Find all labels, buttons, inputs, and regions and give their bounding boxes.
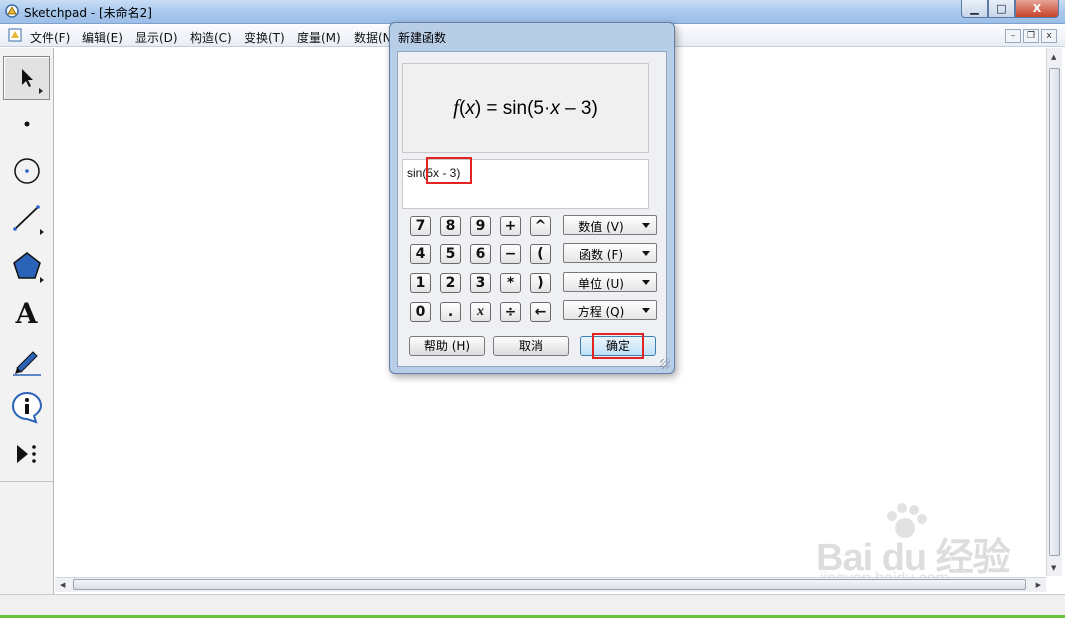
minimize-button[interactable]: ▁ (961, 0, 988, 18)
chevron-down-icon (642, 223, 650, 228)
key-2[interactable]: 2 (440, 273, 461, 293)
key-divide[interactable]: ÷ (500, 302, 521, 322)
key-plus[interactable]: + (500, 216, 521, 236)
key-backspace[interactable]: ← (530, 302, 551, 322)
key-close-paren[interactable]: ) (530, 273, 551, 293)
menu-construct[interactable]: 构造(C) (190, 29, 232, 46)
resize-grip[interactable] (660, 359, 670, 369)
key-3[interactable]: 3 (470, 273, 491, 293)
key-multiply[interactable]: * (500, 273, 521, 293)
values-dropdown[interactable]: 数值 (V) (563, 215, 657, 235)
doc-close-button[interactable]: x (1041, 29, 1057, 43)
horizontal-scroll-thumb[interactable] (73, 579, 1026, 590)
status-bar (0, 594, 1065, 618)
straightedge-tool[interactable] (3, 196, 50, 240)
key-open-paren[interactable]: ( (530, 244, 551, 264)
key-4[interactable]: 4 (410, 244, 431, 264)
units-dropdown[interactable]: 单位 (U) (563, 272, 657, 292)
point-icon (24, 121, 29, 127)
key-1[interactable]: 1 (410, 273, 431, 293)
equation-dropdown-label: 方程 (Q) (577, 305, 625, 319)
scroll-left-icon[interactable]: ◀ (60, 581, 65, 589)
values-dropdown-label: 数值 (V) (578, 220, 624, 234)
cancel-button[interactable]: 取消 (493, 336, 569, 356)
line-segment-icon (12, 205, 40, 231)
key-0[interactable]: 0 (410, 302, 431, 322)
arrow-pointer-icon (21, 69, 33, 87)
information-tool[interactable] (3, 385, 50, 429)
help-button[interactable]: 帮助 (H) (409, 336, 485, 356)
doc-restore-button[interactable]: ❐ (1023, 29, 1039, 43)
key-minus[interactable]: − (500, 244, 521, 264)
menu-data[interactable]: 数据(N (354, 29, 392, 46)
toolbox-divider (0, 481, 53, 482)
vertical-scroll-thumb[interactable] (1049, 68, 1060, 556)
key-power[interactable]: ^ (530, 216, 551, 236)
key-6[interactable]: 6 (470, 244, 491, 264)
vertical-scrollbar[interactable]: ▲ ▼ (1046, 48, 1062, 576)
new-function-dialog: 新建函数 f(x) = sin(5·x – 3) sin(5x - 3) 7 8… (389, 22, 675, 374)
close-button[interactable]: X (1015, 0, 1059, 18)
horizontal-scrollbar[interactable]: ◀ ▶ (55, 577, 1046, 592)
info-icon (11, 391, 42, 424)
sketchpad-app-icon (5, 4, 19, 18)
key-8[interactable]: 8 (440, 216, 461, 236)
circle-icon (13, 158, 40, 184)
play-more-icon (16, 445, 36, 463)
key-decimal[interactable]: . (440, 302, 461, 322)
menu-transform[interactable]: 变换(T) (244, 29, 285, 46)
chevron-down-icon (642, 251, 650, 256)
menu-edit[interactable]: 编辑(E) (82, 29, 123, 46)
maximize-button[interactable]: □ (988, 0, 1015, 18)
toolbox: A (0, 48, 54, 596)
ok-highlight-box (592, 333, 644, 359)
key-9[interactable]: 9 (470, 216, 491, 236)
function-preview: f(x) = sin(5·x – 3) (402, 63, 649, 153)
window-title: Sketchpad - [未命名2] (24, 6, 152, 20)
function-preview-text: f(x) = sin(5·x – 3) (453, 95, 598, 119)
polygon-tool[interactable] (3, 244, 50, 288)
menu-measure[interactable]: 度量(M) (297, 29, 341, 46)
document-icon[interactable] (8, 28, 22, 42)
marker-tool[interactable] (3, 338, 50, 382)
key-7[interactable]: 7 (410, 216, 431, 236)
menu-file[interactable]: 文件(F) (30, 29, 70, 46)
scroll-down-icon[interactable]: ▼ (1051, 564, 1056, 572)
equation-dropdown[interactable]: 方程 (Q) (563, 300, 657, 320)
functions-dropdown-label: 函数 (F) (578, 248, 624, 262)
pen-icon (12, 351, 41, 376)
scroll-right-icon[interactable]: ▶ (1036, 581, 1041, 589)
text-a-icon: A (15, 296, 38, 330)
pentagon-icon (12, 252, 41, 279)
expression-input[interactable]: sin(5x - 3) (402, 157, 649, 209)
chevron-down-icon (642, 280, 650, 285)
scroll-up-icon[interactable]: ▲ (1051, 53, 1056, 61)
key-x[interactable]: x (470, 302, 491, 322)
point-tool[interactable] (3, 102, 50, 146)
menu-display[interactable]: 显示(D) (135, 29, 178, 46)
dialog-title: 新建函数 (398, 31, 447, 45)
doc-minimize-button[interactable]: – (1005, 29, 1021, 43)
chevron-down-icon (642, 308, 650, 313)
units-dropdown-label: 单位 (U) (578, 277, 624, 291)
text-tool[interactable]: A (3, 291, 50, 335)
title-bar: Sketchpad - [未命名2] ▁ □ X (0, 0, 1065, 24)
selection-arrow-tool[interactable] (3, 56, 50, 100)
key-5[interactable]: 5 (440, 244, 461, 264)
compass-tool[interactable] (3, 149, 50, 193)
custom-tool[interactable] (3, 432, 50, 476)
functions-dropdown[interactable]: 函数 (F) (563, 243, 657, 263)
expression-highlight-box (426, 157, 472, 184)
